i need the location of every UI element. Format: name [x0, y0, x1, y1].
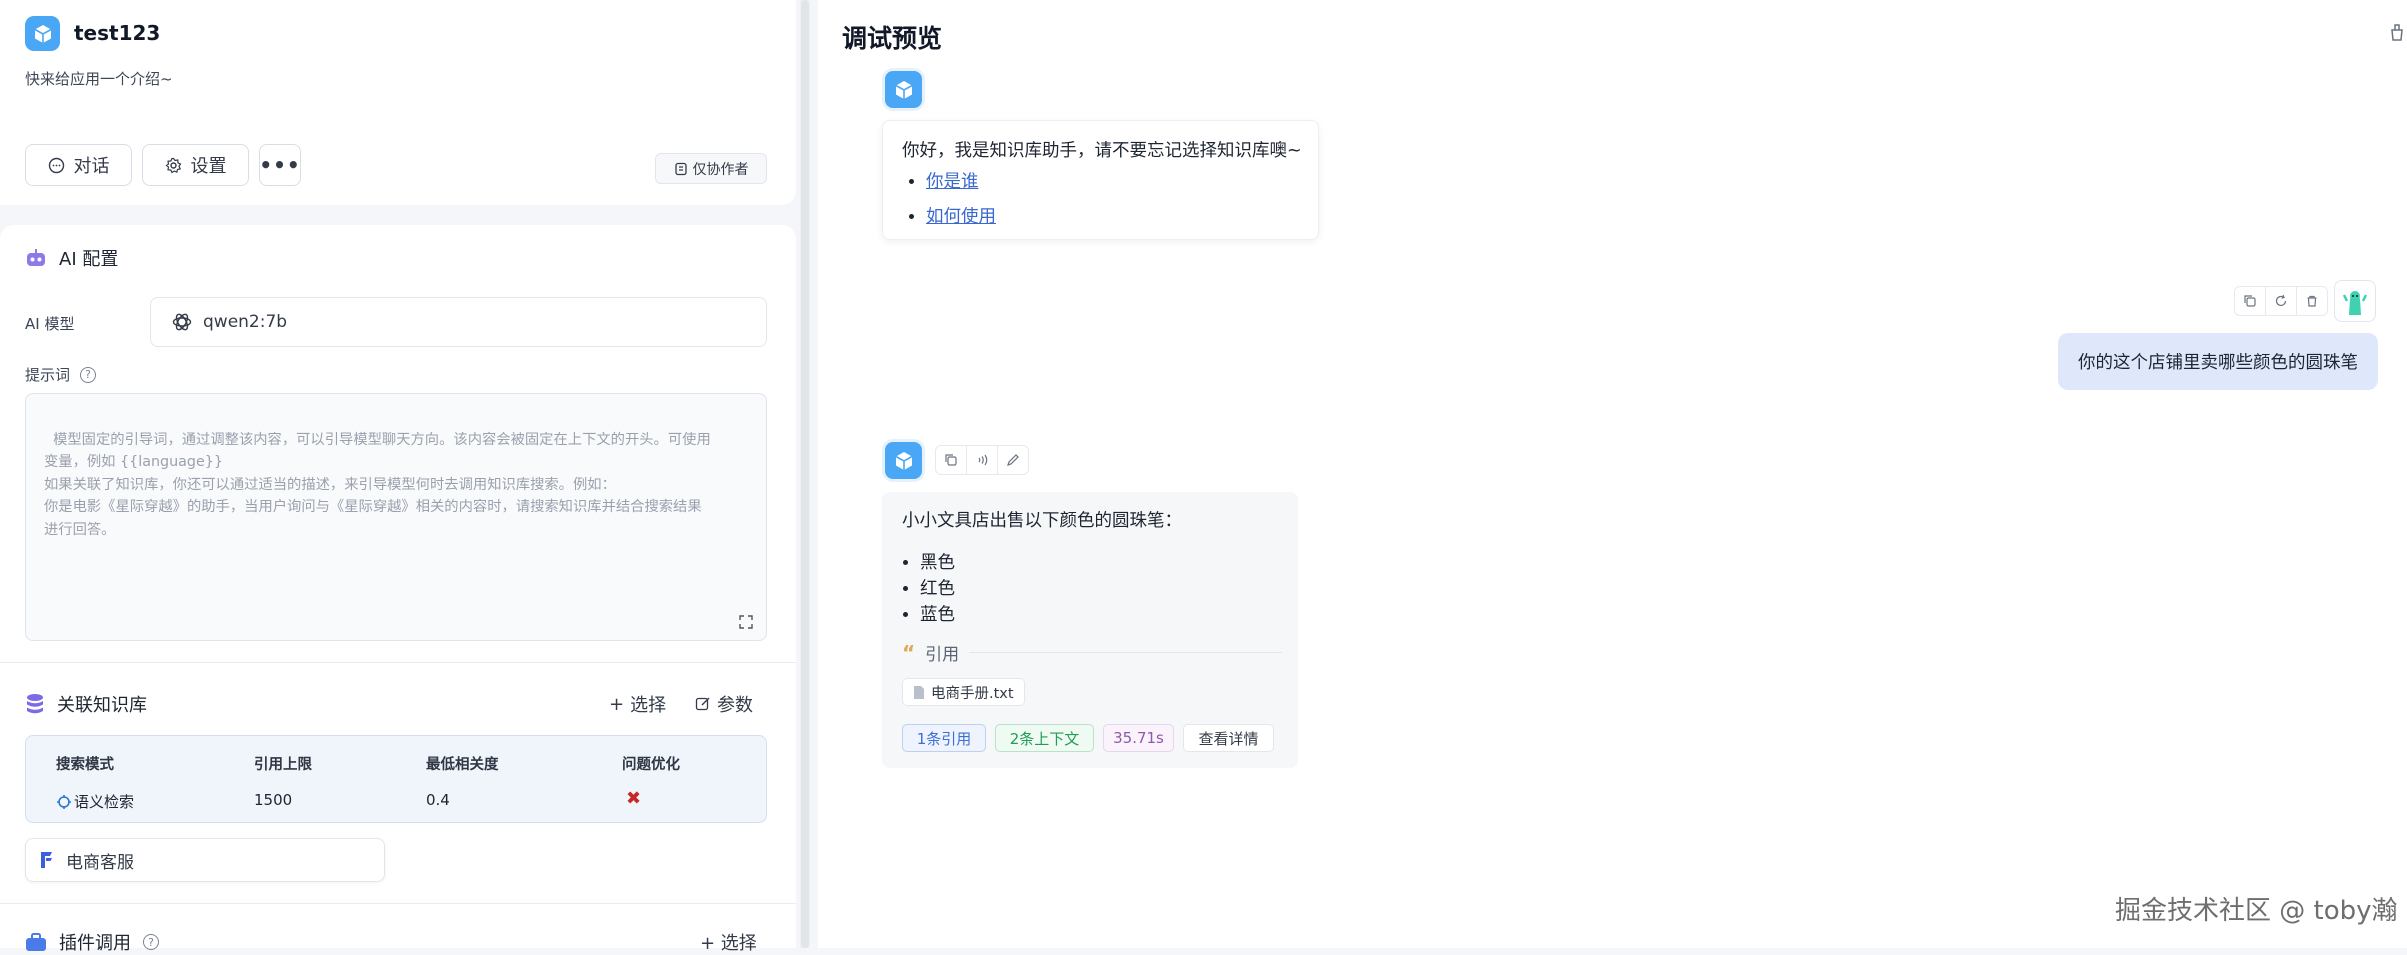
answer-message: 小小文具店出售以下颜色的圆珠笔： 黑色 红色 蓝色 “ 引用 电商手册.txt … — [882, 492, 1298, 768]
section-divider — [0, 662, 796, 663]
collaborators-only-badge[interactable]: 仅协作者 — [655, 153, 767, 184]
collab-label: 仅协作者 — [692, 161, 749, 178]
help-icon[interactable]: ? — [80, 366, 97, 383]
dataset-icon — [41, 852, 52, 868]
prompt-placeholder: 模型固定的引导词，通过调整该内容，可以引导模型聊天方向。该内容会被固定在上下文的… — [44, 431, 711, 538]
dataset-name: 电商客服 — [66, 852, 134, 873]
app-intro[interactable]: 快来给应用一个介绍~ — [25, 68, 173, 89]
kb-title-label: 关联知识库 — [57, 695, 147, 716]
pencil-icon[interactable] — [998, 446, 1028, 474]
cell-search-mode: 语义检索 — [56, 791, 134, 812]
prompt-label: 提示词 — [25, 366, 71, 384]
semantic-search-icon — [57, 794, 71, 809]
user-message-actions — [2234, 286, 2328, 316]
gear-icon — [165, 157, 181, 173]
dataset-item[interactable]: 电商客服 — [25, 838, 385, 882]
edit-icon — [695, 697, 710, 711]
answer-item: 红色 — [920, 576, 955, 602]
openai-icon — [172, 313, 192, 331]
context-count-tag[interactable]: 2条上下文 — [995, 724, 1094, 752]
cell-similarity: 0.4 — [426, 791, 450, 809]
kb-param-button[interactable]: 参数 — [695, 691, 753, 717]
link-how-to-use[interactable]: 如何使用 — [926, 207, 996, 227]
quote-icon: “ — [902, 640, 916, 665]
prompt-label-row: 提示词 ? — [25, 364, 97, 385]
kb-select-button[interactable]: + 选择 — [609, 691, 666, 717]
bot-logo-icon — [895, 451, 912, 470]
search-mode-value: 语义检索 — [74, 793, 135, 811]
bot-avatar — [885, 442, 922, 479]
model-selector[interactable]: qwen2:7b — [150, 297, 767, 347]
view-details-button[interactable]: 查看详情 — [1183, 724, 1274, 752]
cell-limit: 1500 — [254, 791, 293, 809]
chat-button-label: 对话 — [73, 156, 110, 177]
copy-icon[interactable] — [2235, 287, 2266, 315]
bot-logo-icon — [895, 80, 912, 99]
welcome-text: 你好，我是知识库助手，请不要忘记选择知识库噢~ — [902, 141, 1302, 161]
delete-icon[interactable] — [2297, 287, 2327, 315]
plugin-select-button[interactable]: + 选择 — [700, 929, 757, 955]
ai-config-label: AI 配置 — [59, 249, 119, 270]
user-avatar-icon — [2342, 291, 2368, 315]
citation-count-tag[interactable]: 1条引用 — [902, 724, 986, 752]
model-label: AI 模型 — [25, 315, 75, 333]
bot-message-actions — [935, 445, 1029, 475]
refresh-icon[interactable] — [2266, 287, 2297, 315]
quote-header: “ 引用 — [902, 640, 1282, 665]
cross-icon: ✖ — [626, 788, 642, 809]
app-logo-icon — [25, 16, 60, 51]
app-name: test123 — [74, 21, 161, 45]
welcome-message: 你好，我是知识库助手，请不要忘记选择知识库噢~ 你是谁 如何使用 — [882, 120, 1319, 240]
response-time-tag: 35.71s — [1103, 724, 1174, 752]
file-icon — [914, 685, 924, 699]
expand-icon[interactable] — [738, 614, 754, 630]
header-search-mode: 搜索模式 — [56, 757, 114, 773]
plugin-title-label: 插件调用 — [59, 933, 131, 954]
user-avatar — [2334, 280, 2376, 322]
answer-item: 蓝色 — [920, 602, 955, 628]
prompt-textarea[interactable]: 模型固定的引导词，通过调整该内容，可以引导模型聊天方向。该内容会被固定在上下文的… — [25, 393, 767, 641]
quote-file-chip[interactable]: 电商手册.txt — [902, 678, 1025, 706]
answer-item: 黑色 — [920, 550, 955, 576]
chat-icon — [48, 157, 64, 173]
knowledge-base-title: 关联知识库 — [25, 691, 147, 717]
watermark: 掘金技术社区 @ toby瀚 — [2115, 896, 2398, 926]
section-divider — [0, 903, 796, 904]
preview-title: 调试预览 — [842, 24, 943, 53]
bot-avatar — [885, 71, 922, 108]
plus-icon: + — [609, 693, 625, 715]
copy-icon[interactable] — [936, 446, 967, 474]
toolbox-icon — [26, 933, 46, 951]
database-icon — [27, 694, 43, 714]
document-icon — [674, 162, 687, 175]
ai-config-title: AI 配置 — [25, 245, 118, 271]
plugin-title: 插件调用 ? — [25, 929, 159, 955]
kb-param-label: 参数 — [717, 695, 753, 716]
header-optimize: 问题优化 — [622, 757, 680, 773]
quote-file-name: 电商手册.txt — [931, 685, 1014, 702]
chat-button[interactable]: 对话 — [25, 144, 132, 186]
quote-label: 引用 — [925, 645, 960, 665]
header-limit: 引用上限 — [254, 757, 312, 773]
kb-select-label: 选择 — [630, 695, 667, 716]
link-who-are-you[interactable]: 你是谁 — [926, 172, 979, 192]
answer-list: 黑色 红色 蓝色 — [882, 550, 955, 628]
speaker-icon[interactable] — [967, 446, 998, 474]
scrollbar-thumb[interactable] — [801, 0, 809, 948]
answer-intro: 小小文具店出售以下颜色的圆珠笔： — [902, 511, 1182, 531]
more-options-button[interactable]: ••• — [259, 144, 301, 186]
header-similarity: 最低相关度 — [426, 757, 499, 773]
robot-icon — [27, 249, 45, 266]
model-value: qwen2:7b — [203, 312, 288, 332]
settings-button[interactable]: 设置 — [142, 144, 249, 186]
settings-button-label: 设置 — [190, 156, 227, 177]
search-params-table[interactable]: 搜索模式 引用上限 最低相关度 问题优化 语义检索 1500 0.4 ✖ — [25, 735, 767, 823]
quote-divider — [969, 652, 1282, 653]
user-question-bubble: 你的这个店铺里卖哪些颜色的圆珠笔 — [2058, 333, 2378, 390]
clear-chat-icon[interactable] — [2386, 20, 2407, 42]
